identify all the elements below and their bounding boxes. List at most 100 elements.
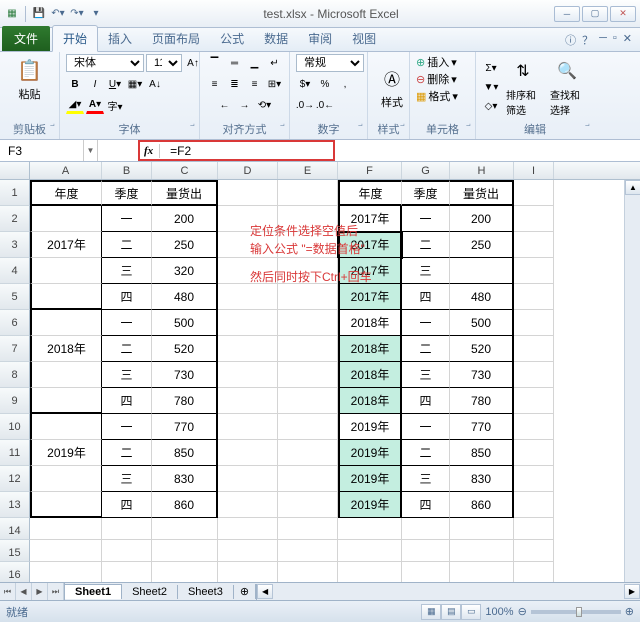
cell-I16[interactable]	[514, 562, 554, 582]
fx-button[interactable]: fx	[144, 145, 153, 157]
zoom-slider[interactable]	[531, 610, 621, 614]
col-header-H[interactable]: H	[450, 162, 514, 179]
row-header-13[interactable]: 13	[0, 492, 30, 518]
wb-restore-icon[interactable]: ▫	[613, 32, 617, 48]
italic-button[interactable]: I	[86, 75, 104, 93]
cell-F7[interactable]: 2018年	[338, 336, 402, 362]
tab-file[interactable]: 文件	[2, 26, 50, 51]
cell-I12[interactable]	[514, 466, 554, 492]
cell-B7[interactable]: 二	[102, 336, 152, 362]
view-normal-button[interactable]: ▦	[421, 604, 441, 620]
cell-B2[interactable]: 一	[102, 206, 152, 232]
cell-C8[interactable]: 730	[152, 362, 218, 388]
sheet-nav-next[interactable]: ▶	[32, 583, 48, 600]
sort-filter-button[interactable]: ⇅ 排序和筛选	[502, 55, 544, 119]
cell-G13[interactable]: 四	[402, 492, 450, 518]
cell-I8[interactable]	[514, 362, 554, 388]
orientation-icon[interactable]: ⟲▾	[256, 96, 274, 114]
cell-E4[interactable]	[278, 258, 338, 284]
phonetic-button[interactable]: 字▾	[106, 96, 124, 114]
cell-I7[interactable]	[514, 336, 554, 362]
cell-B3[interactable]: 二	[102, 232, 152, 258]
sheet-nav-prev[interactable]: ◀	[16, 583, 32, 600]
cell-I15[interactable]	[514, 540, 554, 562]
cell-F10[interactable]: 2019年	[338, 414, 402, 440]
format-cells-button[interactable]: ▦格式▾	[416, 88, 458, 104]
cell-A2[interactable]	[30, 206, 102, 232]
decrease-font-icon[interactable]: A↓	[146, 75, 164, 93]
cell-H8[interactable]: 730	[450, 362, 514, 388]
cell-D3[interactable]	[218, 232, 278, 258]
insert-cells-button[interactable]: ⊕插入▾	[416, 54, 457, 70]
cell-A14[interactable]	[30, 518, 102, 540]
cell-A7[interactable]: 2018年	[30, 336, 102, 362]
cell-G7[interactable]: 二	[402, 336, 450, 362]
cell-H7[interactable]: 520	[450, 336, 514, 362]
bold-button[interactable]: B	[66, 75, 84, 93]
number-format-select[interactable]: 常规	[296, 54, 364, 72]
cell-E7[interactable]	[278, 336, 338, 362]
wrap-text-icon[interactable]: ↵	[266, 54, 284, 72]
cell-G3[interactable]: 二	[402, 232, 450, 258]
fill-color-button[interactable]: ◢▾	[66, 96, 84, 114]
name-box[interactable]: F3	[0, 140, 84, 161]
align-top-icon[interactable]: ▔	[206, 54, 224, 72]
col-header-B[interactable]: B	[102, 162, 152, 179]
col-header-E[interactable]: E	[278, 162, 338, 179]
align-middle-icon[interactable]: ═	[226, 54, 244, 72]
cell-G9[interactable]: 四	[402, 388, 450, 414]
cell-G10[interactable]: 一	[402, 414, 450, 440]
cell-C2[interactable]: 200	[152, 206, 218, 232]
cell-E1[interactable]	[278, 180, 338, 206]
view-layout-button[interactable]: ▤	[441, 604, 461, 620]
col-header-A[interactable]: A	[30, 162, 102, 179]
delete-cells-button[interactable]: ⊖删除▾	[416, 71, 457, 87]
cell-B12[interactable]: 三	[102, 466, 152, 492]
cell-H15[interactable]	[450, 540, 514, 562]
cell-A11[interactable]: 2019年	[30, 440, 102, 466]
cell-F1[interactable]: 年度	[338, 180, 402, 206]
cell-C9[interactable]: 780	[152, 388, 218, 414]
find-select-button[interactable]: 🔍 查找和选择	[546, 55, 588, 119]
tab-insert[interactable]: 插入	[98, 26, 142, 51]
row-header-10[interactable]: 10	[0, 414, 30, 440]
cell-H4[interactable]	[450, 258, 514, 284]
cell-B4[interactable]: 三	[102, 258, 152, 284]
row-header-15[interactable]: 15	[0, 540, 30, 562]
cell-G14[interactable]	[402, 518, 450, 540]
wb-close-icon[interactable]: ✕	[623, 32, 632, 48]
cell-A12[interactable]	[30, 466, 102, 492]
sheet-nav-first[interactable]: ⏮	[0, 583, 16, 600]
cell-E9[interactable]	[278, 388, 338, 414]
cell-A8[interactable]	[30, 362, 102, 388]
cell-D6[interactable]	[218, 310, 278, 336]
col-header-I[interactable]: I	[514, 162, 554, 179]
cell-I11[interactable]	[514, 440, 554, 466]
row-header-12[interactable]: 12	[0, 466, 30, 492]
row-header-16[interactable]: 16	[0, 562, 30, 582]
cell-F6[interactable]: 2018年	[338, 310, 402, 336]
cell-F9[interactable]: 2018年	[338, 388, 402, 414]
cell-E16[interactable]	[278, 562, 338, 582]
currency-icon[interactable]: $▾	[296, 75, 314, 93]
percent-icon[interactable]: %	[316, 75, 334, 93]
tab-layout[interactable]: 页面布局	[142, 26, 210, 51]
cell-D16[interactable]	[218, 562, 278, 582]
cell-D15[interactable]	[218, 540, 278, 562]
col-header-F[interactable]: F	[338, 162, 402, 179]
tab-formulas[interactable]: 公式	[210, 26, 254, 51]
cell-D7[interactable]	[218, 336, 278, 362]
cell-C7[interactable]: 520	[152, 336, 218, 362]
scroll-up-icon[interactable]: ▲	[625, 180, 640, 195]
tab-data[interactable]: 数据	[254, 26, 298, 51]
font-size-select[interactable]: 11	[146, 54, 182, 72]
cell-E10[interactable]	[278, 414, 338, 440]
align-center-icon[interactable]: ≣	[226, 75, 244, 93]
cell-C4[interactable]: 320	[152, 258, 218, 284]
cell-I6[interactable]	[514, 310, 554, 336]
cell-H13[interactable]: 860	[450, 492, 514, 518]
cell-H11[interactable]: 850	[450, 440, 514, 466]
cell-I5[interactable]	[514, 284, 554, 310]
decrease-decimal-icon[interactable]: .0←	[316, 96, 334, 114]
cell-C11[interactable]: 850	[152, 440, 218, 466]
